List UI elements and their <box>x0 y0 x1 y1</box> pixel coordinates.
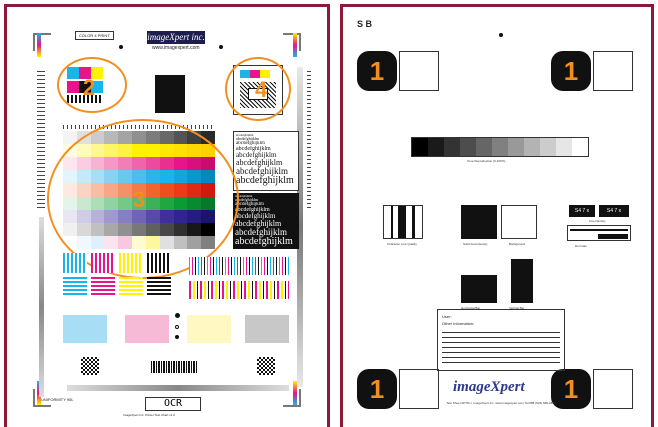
registration-dot <box>119 45 123 49</box>
vertical-ruler <box>37 71 45 211</box>
font-sample-inverse-8pt: abcdefghijklm <box>235 213 276 220</box>
font-sample-inverse-14pt: abcdefghijklm <box>235 237 293 247</box>
form-lines <box>442 328 560 366</box>
crop-mark-top-left <box>33 33 51 51</box>
callout-badge-top-right: 1 <box>551 51 591 91</box>
corner-target-box <box>593 51 633 91</box>
background-caption: Background <box>509 242 526 246</box>
gray-tint-patch <box>245 315 289 343</box>
callout-number: 1 <box>563 373 579 404</box>
cyan-tint-patch <box>63 315 107 343</box>
callout-number: 1 <box>369 55 385 86</box>
font-sample-inverse-12pt: abcdefghijklm <box>235 228 287 237</box>
callout-number: 1 <box>563 55 579 86</box>
registration-dot <box>219 45 223 49</box>
corner-target-box <box>593 369 633 409</box>
font-sample-box-white: abcdefghijklm abcdefghijklm abcdefghijkl… <box>233 131 299 191</box>
form-other-label: Other Information: <box>442 321 475 326</box>
header-label: COLOR 4 PRINT <box>75 31 114 40</box>
line-quality-target <box>383 205 423 239</box>
callout-number-3: 3 <box>133 187 146 212</box>
registration-dot <box>499 33 503 37</box>
right-test-sheet: S B 1 1 1 1 Tone Reproduction (0-100%) C… <box>340 4 654 427</box>
footer-text: ImageXpert Inc. Printer Test Chart v1.0 <box>123 413 175 417</box>
callout-number-4: 4 <box>255 77 268 102</box>
solid-area-patch <box>461 205 497 239</box>
line-pattern-block-left <box>63 253 171 299</box>
font-sample-10pt: abcdefghijklm <box>236 159 283 167</box>
line-density-caption: Line Density <box>589 219 606 223</box>
small-tag-1: S4 7 x <box>569 205 595 217</box>
right-footer-text: Test Sheet SP7M v. ImageXpert Inc. www.i… <box>446 401 556 405</box>
ocr-box: OCR <box>145 397 201 411</box>
corner-target-box <box>399 369 439 409</box>
line-quality-caption: Character Line Quality <box>387 242 417 246</box>
dot-gain-caption: Dot Gain <box>575 244 587 248</box>
line-density-target <box>567 225 631 241</box>
horizontal-bar-patch <box>461 275 497 303</box>
font-sample-12pt: abcdefghijklm <box>236 167 288 176</box>
corner-target-box <box>399 51 439 91</box>
vertical-bar-patch <box>511 259 533 303</box>
callout-number: 1 <box>369 373 385 404</box>
font-sample-box-black: abcdefghijklm abcdefghijklm abcdefghijkl… <box>233 193 299 249</box>
corner-color-strip <box>37 33 41 57</box>
font-sample-14pt: abcdefghijklm <box>236 176 294 186</box>
font-sample-8pt: abcdefghijklm <box>236 152 277 159</box>
bottom-left-label: UNIFORMITY 95L <box>41 397 74 402</box>
callout-badge-bottom-left: 1 <box>357 369 397 409</box>
gray-wedge-caption: Tone Reproduction (0-100%) <box>467 159 506 163</box>
qr-code-right <box>257 357 275 375</box>
imagexpert-logo: imageXpert <box>453 379 525 395</box>
small-tag-2: S4 7 x <box>599 205 629 217</box>
vertical-ruler-right <box>307 71 311 211</box>
font-sample-inverse-10pt: abcdefghijklm <box>235 220 282 228</box>
horizontal-gray-bar <box>67 385 289 391</box>
logo: imageXpert inc. <box>147 31 205 44</box>
magenta-tint-patch <box>125 315 169 343</box>
info-form-box: User: Other Information: <box>437 309 565 371</box>
crop-mark-top-right <box>283 33 301 51</box>
gray-step-wedge <box>411 137 589 157</box>
sheet-header-label: S B <box>357 19 373 29</box>
website-text: www.imagexpert.com <box>152 45 200 51</box>
solid-area-caption: Solid Area Density <box>463 242 488 246</box>
dot-sample <box>175 313 180 318</box>
dot-sample <box>175 325 179 329</box>
line-pattern-block-right <box>189 257 289 303</box>
left-test-sheet: COLOR 4 PRINT imageXpert inc. www.imagex… <box>4 4 330 427</box>
form-user-label: User: <box>442 314 452 319</box>
corner-color-strip <box>293 33 297 57</box>
vertical-gray-bar <box>39 217 44 397</box>
black-solid-patch <box>155 75 185 113</box>
background-patch <box>501 205 537 239</box>
crop-mark-bottom-right <box>283 389 301 407</box>
barcode <box>151 361 197 373</box>
callout-number-2: 2 <box>83 75 96 100</box>
qr-code-left <box>81 357 99 375</box>
callout-badge-top-left: 1 <box>357 51 397 91</box>
dot-sample <box>175 335 179 339</box>
yellow-tint-patch <box>187 315 231 343</box>
